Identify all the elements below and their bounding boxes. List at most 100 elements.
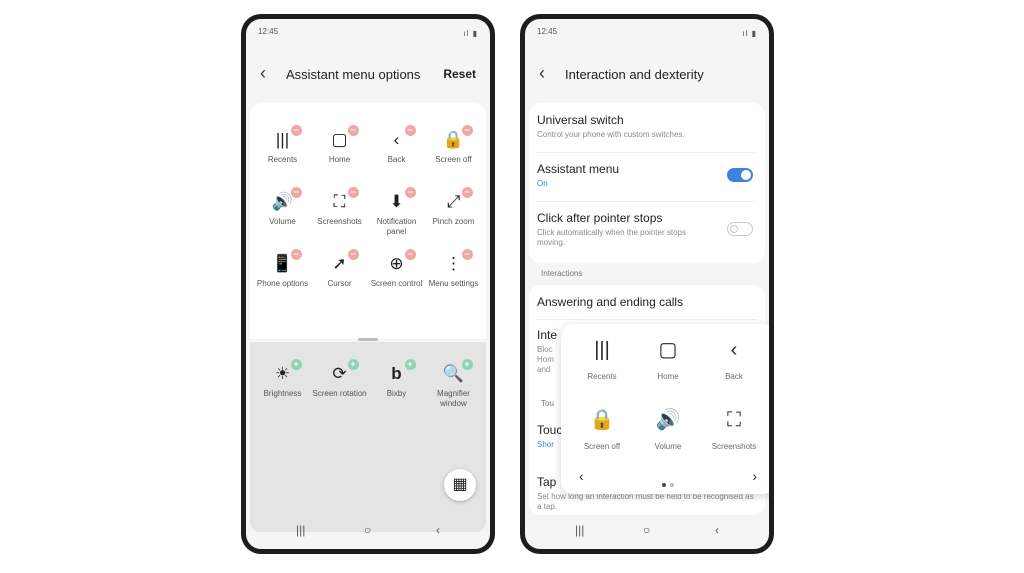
remove-badge-icon[interactable]: − (290, 187, 302, 198)
row-title: Universal switch (537, 113, 624, 127)
menu-item-screenshots[interactable]: − ⛶ Screenshots (311, 187, 368, 249)
page-title: Interaction and dexterity (565, 67, 704, 82)
remove-badge-icon[interactable]: − (461, 187, 473, 198)
page-dot (670, 483, 674, 487)
menu-item-pinch-zoom[interactable]: − ⤢ Pinch zoom (425, 187, 482, 249)
assistant-menu-toggle[interactable] (727, 168, 753, 182)
add-badge-icon[interactable]: + (290, 359, 302, 370)
divider (537, 319, 757, 320)
item-label: Menu settings (428, 279, 479, 288)
menu-item-screen-rotation[interactable]: + ⟳ Screen rotation (311, 359, 368, 421)
popup-item-home[interactable]: ▢ Home (635, 330, 701, 400)
assistant-menu-row[interactable]: Assistant menu On (537, 162, 757, 189)
nav-back-icon[interactable]: ‹ (436, 523, 440, 537)
menu-item-menu-settings[interactable]: − ⋮ Menu settings (425, 249, 482, 311)
menu-item-magnifier-window[interactable]: + 🔍 Magnifier window (425, 359, 482, 421)
answering-calls-row[interactable]: Answering and ending calls (537, 295, 757, 309)
screenshot-icon: ⛶ (727, 409, 741, 431)
section-header-interactions: Interactions (541, 269, 583, 278)
item-label: Brightness (263, 389, 302, 398)
status-time: 12:45 (258, 27, 279, 36)
item-label: Screen off (435, 155, 472, 164)
menu-item-screen-off[interactable]: − 🔒 Screen off (425, 125, 482, 187)
divider (537, 201, 757, 202)
menu-item-notification-panel[interactable]: − ⬇ Notification panel (368, 187, 425, 249)
remove-badge-icon[interactable]: − (290, 249, 302, 260)
status-time: 12:45 (537, 27, 558, 36)
popup-next-icon[interactable]: › (752, 468, 757, 484)
remove-badge-icon[interactable]: − (347, 187, 359, 198)
item-label: Screenshots (317, 217, 362, 226)
item-label: Magnifier window (437, 389, 470, 408)
row-subtitle: Click automatically when the pointer sto… (537, 228, 686, 247)
nav-home-icon[interactable]: ○ (643, 523, 650, 537)
left-phone: 12:45 ıl ▮ ‹ Assistant menu options Rese… (241, 14, 495, 554)
add-badge-icon[interactable]: + (461, 359, 473, 370)
item-label: Screen rotation (312, 389, 367, 398)
remove-badge-icon[interactable]: − (461, 125, 473, 136)
item-label: Phone options (256, 279, 309, 288)
page-indicator (660, 474, 676, 492)
popup-item-recents[interactable]: ||| Recents (569, 330, 635, 400)
back-arrow-icon[interactable]: ‹ (539, 63, 545, 83)
click-after-pointer-stops-row[interactable]: Click after pointer stops Click automati… (537, 211, 709, 248)
drag-handle[interactable] (358, 338, 378, 341)
status-bar: 12:45 ıl ▮ (258, 27, 478, 41)
navigation-bar: ||| ○ ‹ (246, 523, 490, 543)
universal-switch-row[interactable]: Universal switch Control your phone with… (537, 113, 757, 140)
assistant-menu-floating-button[interactable]: ▦ (444, 469, 476, 501)
remove-badge-icon[interactable]: − (347, 125, 359, 136)
menu-item-cursor[interactable]: − ➚ Cursor (311, 249, 368, 311)
header: ‹ Assistant menu options Reset (256, 63, 480, 85)
left-screen: 12:45 ıl ▮ ‹ Assistant menu options Rese… (246, 19, 490, 549)
recents-icon: ||| (594, 339, 610, 361)
popup-grid: ||| Recents ▢ Home ‹ Back 🔒 Screen off 🔊 Volu… (569, 330, 767, 470)
menu-item-back[interactable]: − ‹ Back (368, 125, 425, 187)
back-icon: ‹ (730, 339, 738, 361)
popup-prev-icon[interactable]: ‹ (579, 468, 584, 484)
signal-battery-icon: ıl ▮ (463, 29, 478, 38)
menu-item-bixby[interactable]: + b Bixby (368, 359, 425, 421)
navigation-bar: ||| ○ ‹ (525, 523, 769, 543)
item-label: Back (387, 155, 406, 164)
add-badge-icon[interactable]: + (347, 359, 359, 370)
lock-icon: 🔒 (589, 409, 615, 431)
menu-item-home[interactable]: − ▢ Home (311, 125, 368, 187)
remove-badge-icon[interactable]: − (404, 249, 416, 260)
item-label: Screen control (370, 279, 423, 288)
click-after-toggle[interactable] (727, 222, 753, 236)
popup-item-volume[interactable]: 🔊 Volume (635, 400, 701, 470)
assistant-menu-popup: ||| Recents ▢ Home ‹ Back 🔒 Screen off 🔊 Volu… (561, 324, 769, 494)
row-title: Answering and ending calls (537, 295, 684, 309)
menu-item-brightness[interactable]: + ☀ Brightness (254, 359, 311, 421)
item-label: Screen off (583, 442, 621, 451)
remove-badge-icon[interactable]: − (461, 249, 473, 260)
home-icon: ▢ (658, 339, 678, 361)
menu-item-phone-options[interactable]: − 📱 Phone options (254, 249, 311, 311)
active-items-grid: − ||| Recents − ▢ Home − ‹ Back − 🔒 Screen off −… (254, 125, 482, 311)
popup-item-screen-off[interactable]: 🔒 Screen off (569, 400, 635, 470)
menu-item-recents[interactable]: − ||| Recents (254, 125, 311, 187)
grid-icon: ▦ (452, 476, 468, 493)
nav-recents-icon[interactable]: ||| (296, 523, 305, 537)
nav-back-icon[interactable]: ‹ (715, 523, 719, 537)
section-header-touch: Tou (541, 399, 554, 408)
available-items-grid: + ☀ Brightness + ⟳ Screen rotation + b Bixby +… (254, 359, 482, 421)
reset-button[interactable]: Reset (443, 67, 476, 81)
remove-badge-icon[interactable]: − (347, 249, 359, 260)
item-label: Screenshots (711, 442, 757, 451)
nav-home-icon[interactable]: ○ (364, 523, 371, 537)
back-arrow-icon[interactable]: ‹ (260, 63, 266, 83)
add-badge-icon[interactable]: + (404, 359, 416, 370)
menu-item-volume[interactable]: − 🔊 Volume (254, 187, 311, 249)
remove-badge-icon[interactable]: − (404, 187, 416, 198)
popup-item-screenshots[interactable]: ⛶ Screenshots (701, 400, 767, 470)
menu-item-screen-control[interactable]: − ⊕ Screen control (368, 249, 425, 311)
page-title: Assistant menu options (286, 67, 421, 82)
nav-recents-icon[interactable]: ||| (575, 523, 584, 537)
remove-badge-icon[interactable]: − (404, 125, 416, 136)
remove-badge-icon[interactable]: − (290, 125, 302, 136)
item-label: Cursor (327, 279, 352, 288)
popup-item-back[interactable]: ‹ Back (701, 330, 767, 400)
item-label: Home (657, 372, 679, 381)
